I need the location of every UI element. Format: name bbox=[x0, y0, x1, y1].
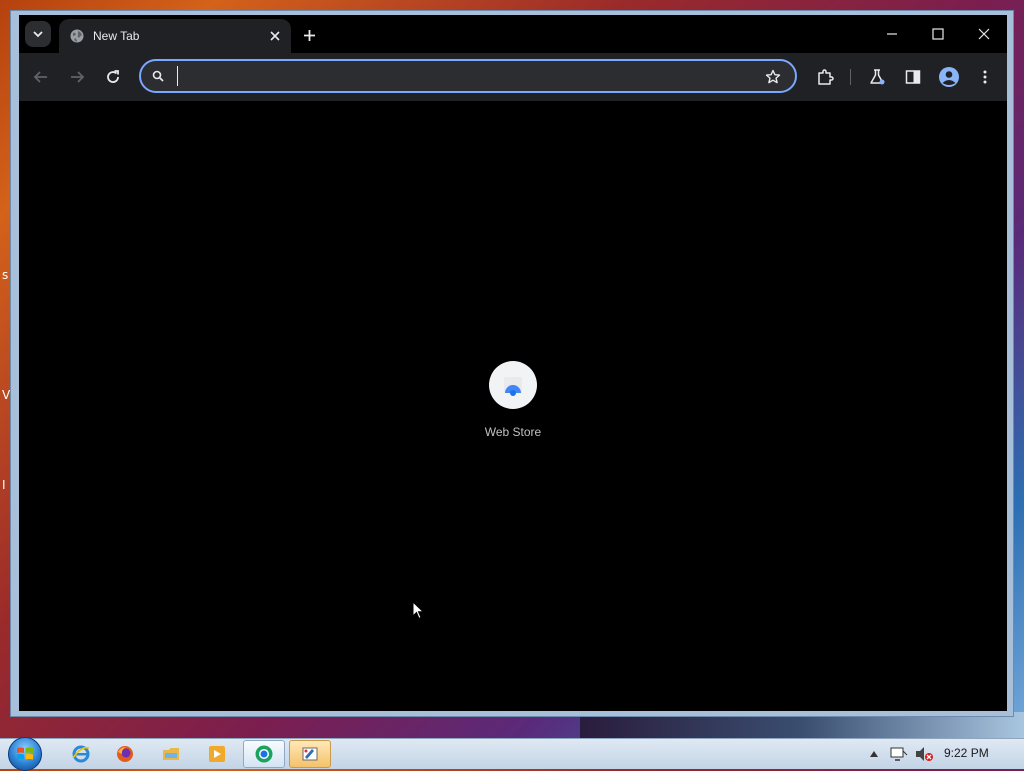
desktop-icon-label-fragment: s bbox=[2, 268, 9, 282]
back-icon bbox=[33, 71, 47, 83]
firefox-icon bbox=[117, 746, 133, 762]
maximize-icon bbox=[932, 28, 944, 40]
address-input[interactable] bbox=[175, 66, 739, 88]
windows-taskbar: 9:22 PM bbox=[0, 737, 1024, 771]
close-window-button[interactable] bbox=[969, 23, 999, 45]
show-hidden-icons-button[interactable] bbox=[866, 739, 882, 769]
media-player-icon bbox=[209, 746, 225, 762]
new-tab-button[interactable] bbox=[299, 25, 319, 45]
tab-search-button[interactable] bbox=[25, 21, 51, 47]
plus-icon bbox=[303, 29, 315, 41]
close-tab-icon[interactable] bbox=[265, 26, 285, 46]
tab-title: New Tab bbox=[93, 29, 140, 43]
browser-window: New Tab Web Store bbox=[10, 10, 1014, 717]
menu-button[interactable] bbox=[973, 65, 997, 89]
taskbar-chrome[interactable] bbox=[243, 740, 285, 768]
new-tab-page: Web Store bbox=[19, 101, 1007, 711]
menu-icon bbox=[983, 70, 987, 84]
tray-action-center[interactable] bbox=[888, 739, 910, 769]
side-panel-icon bbox=[905, 70, 921, 84]
taskbar-internet-explorer[interactable] bbox=[60, 740, 102, 768]
close-icon bbox=[978, 28, 990, 40]
tray-volume[interactable] bbox=[912, 739, 936, 769]
bookmark-star-icon[interactable] bbox=[763, 67, 783, 87]
globe-icon bbox=[69, 28, 85, 44]
taskbar-firefox[interactable] bbox=[104, 740, 146, 768]
minimize-button[interactable] bbox=[877, 23, 907, 45]
desktop-icon-label-fragment: I bbox=[2, 478, 6, 492]
paint-icon bbox=[302, 747, 318, 761]
reload-button[interactable] bbox=[101, 65, 125, 89]
labs-button[interactable] bbox=[865, 65, 889, 89]
profile-icon bbox=[939, 67, 959, 87]
taskbar-media-player[interactable] bbox=[196, 740, 238, 768]
tab-strip: New Tab bbox=[19, 15, 1007, 53]
file-explorer-icon bbox=[163, 748, 179, 760]
web-store-icon bbox=[504, 377, 522, 396]
address-bar[interactable] bbox=[139, 59, 797, 93]
shortcut-label: Web Store bbox=[484, 425, 542, 439]
shortcut-tile bbox=[489, 361, 537, 409]
shortcut-web-store[interactable]: Web Store bbox=[469, 361, 557, 451]
taskbar-file-explorer[interactable] bbox=[150, 740, 192, 768]
forward-icon bbox=[71, 71, 85, 83]
chevron-up-icon bbox=[870, 751, 878, 757]
taskbar-clock[interactable]: 9:22 PM bbox=[944, 746, 989, 760]
tab-new-tab[interactable]: New Tab bbox=[59, 19, 291, 53]
search-icon bbox=[150, 68, 166, 84]
profile-button[interactable] bbox=[937, 65, 961, 89]
extensions-icon bbox=[818, 69, 834, 85]
side-panel-button[interactable] bbox=[901, 65, 925, 89]
forward-button[interactable] bbox=[65, 65, 89, 89]
browser-frame: New Tab Web Store bbox=[19, 15, 1007, 711]
internet-explorer-icon bbox=[72, 745, 90, 763]
volume-muted-icon bbox=[916, 747, 933, 761]
browser-toolbar bbox=[19, 53, 1007, 101]
maximize-button[interactable] bbox=[923, 23, 953, 45]
windows-logo-icon bbox=[17, 747, 33, 760]
labs-icon bbox=[870, 69, 885, 85]
extensions-button[interactable] bbox=[813, 65, 837, 89]
text-caret bbox=[177, 66, 178, 86]
minimize-icon bbox=[887, 33, 897, 35]
toolbar-separator bbox=[850, 69, 851, 85]
chrome-icon bbox=[255, 745, 273, 763]
start-button[interactable] bbox=[8, 737, 42, 771]
action-center-icon bbox=[890, 747, 908, 761]
desktop-icon-label-fragment: V bbox=[2, 388, 11, 402]
chevron-down-icon bbox=[33, 31, 43, 38]
back-button[interactable] bbox=[29, 65, 53, 89]
reload-icon bbox=[107, 70, 119, 83]
taskbar-paint[interactable] bbox=[289, 740, 331, 768]
mouse-cursor-icon bbox=[412, 601, 425, 620]
